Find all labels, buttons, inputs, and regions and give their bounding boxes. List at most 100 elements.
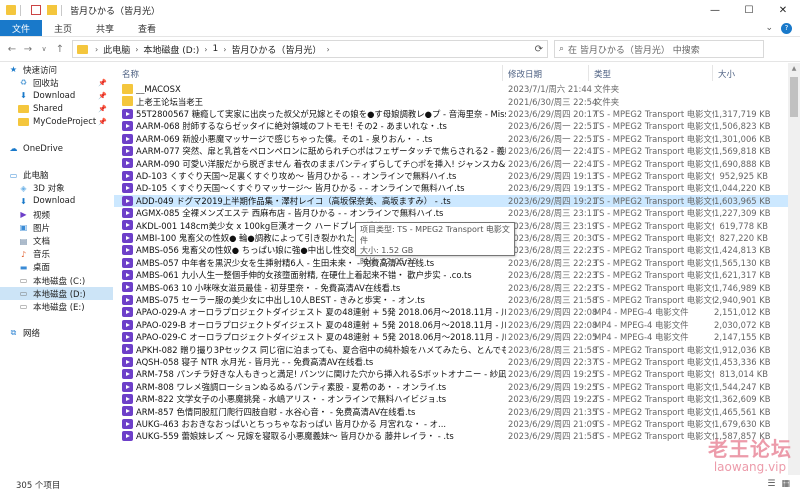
sidebar-item-11[interactable]: ▶ 视频: [0, 208, 113, 221]
table-row[interactable]: AUKG-559 蕾娘妹レズ ～ 兄嫁を寝取る小悪魔義妹～ 皆月ひかる 藤井レイ…: [114, 430, 800, 442]
sidebar-item-2[interactable]: ⬇ Download 📌: [0, 89, 113, 102]
sidebar-item-8[interactable]: ▭ 此电脑: [0, 169, 113, 182]
column-type[interactable]: 类型: [594, 68, 611, 80]
chevron-right-icon[interactable]: ›: [223, 45, 226, 54]
tab-home[interactable]: 主页: [42, 20, 84, 36]
sidebar-item-15[interactable]: ▬ 桌面: [0, 261, 113, 274]
table-row[interactable]: AARM-068 肘師するならゼッタイに絶対領域のフトモモ! その2 - あまい…: [114, 120, 800, 132]
sidebar-item-10[interactable]: ⬇ Download: [0, 195, 113, 208]
table-row[interactable]: AQSH-058 寝子 NTR 水月光 - 皆月光 - - 免費高清AV在线看.…: [114, 356, 800, 368]
table-row[interactable]: AGMX-085 全裸メンズエステ 西麻布店 - 皆月ひかる - - オンライン…: [114, 207, 800, 219]
table-row[interactable]: AMBS-063 10 小咪咪女滋员最佳 - 初芽里奈・ - 免費高清AV在线看…: [114, 281, 800, 293]
sidebar-item-3[interactable]: Shared 📌: [0, 103, 113, 116]
column-name[interactable]: 名称: [122, 68, 139, 80]
breadcrumb-folder-1[interactable]: 1: [212, 44, 218, 54]
table-row[interactable]: AMBS-061 九小人生一整個手伸的女孩墮面射精, 在硬仕上着起来不错・ 歡户…: [114, 269, 800, 281]
sidebar-item-4[interactable]: MyCodeProject 📌: [0, 116, 113, 129]
table-row[interactable]: 上老王论坛当老王 2021/6/30/周三 22:54 文件夹: [114, 95, 800, 107]
table-row[interactable]: AARM-077 突然、扉と乳首をペロンペロンに舐められチ○ポはフェザータッチで…: [114, 145, 800, 157]
file-size: 1,690,888 KB: [714, 158, 771, 169]
back-arrow-icon[interactable]: ←: [4, 44, 20, 55]
column-date[interactable]: 修改日期: [508, 68, 542, 80]
file-name: APAO-029-A オーロラプロジェクトダイジェスト 夏の48連射 + 5発 …: [136, 307, 506, 318]
chevron-right-icon[interactable]: ›: [95, 45, 98, 54]
file-date: 2023/6/29/周四 19:13: [508, 170, 598, 181]
sidebar-item-18[interactable]: ▭ 本地磁盘 (E:): [0, 300, 113, 313]
table-row[interactable]: APKH-082 贈り撮り3Pセックス 同じ宿に泊まっても、夏合宿中の純朴娘をハ…: [114, 343, 800, 355]
column-divider[interactable]: [712, 65, 713, 81]
help-icon[interactable]: ?: [781, 22, 792, 34]
table-row[interactable]: AARM-090 可愛い洋服だから脱ぎません 着衣のままパンティずらしてチ○ポを…: [114, 157, 800, 169]
tab-view[interactable]: 查看: [126, 20, 168, 36]
download-icon: ⬇: [20, 196, 27, 206]
cloud-icon: ☁: [9, 144, 18, 154]
search-box[interactable]: ⌕ 在 皆月ひかる（皆月光） 中搜索: [554, 40, 764, 58]
large-icons-view-icon[interactable]: ▦: [781, 479, 790, 489]
scroll-thumb[interactable]: [790, 77, 798, 117]
table-row[interactable]: __MACOSX 2023/7/1/周六 21:44 文件夹: [114, 83, 800, 95]
file-type: TS - MPEG2 Transport 电影文件: [594, 146, 714, 157]
file-type: TS - MPEG2 Transport 电影文件: [594, 344, 714, 355]
table-row[interactable]: ADD-049 ドグマ2019上半期作品集・澤村レイコ（高坂保奈美、高坂ますみ）…: [114, 194, 800, 207]
sidebar-item-1[interactable]: ♻ 回收站 📌: [0, 76, 113, 89]
table-row[interactable]: ARM-857 色情同股肛门爬行四肢自慰 - 水谷心音・ - 免费高清AV在线看…: [114, 405, 800, 417]
table-row[interactable]: APAO-029-B オーロラプロジェクトダイジェスト 夏の48連射 + 5発 …: [114, 319, 800, 331]
chevron-right-icon[interactable]: ›: [326, 45, 329, 54]
scroll-up-arrow-icon[interactable]: ▲: [788, 63, 800, 75]
sidebar-item-13[interactable]: ▤ 文档: [0, 234, 113, 248]
table-row[interactable]: AMBS-075 セーラー服の美少女に中出し10人BEST - きみと歩実・ -…: [114, 294, 800, 306]
sidebar-item-0[interactable]: ★ 快速访问: [0, 63, 113, 76]
file-name: 55T2800567 糖瘾して実家に出戻った叔父が兄嫁とその娘を●す母娘調教レ●…: [136, 108, 506, 119]
pin-icon: 📌: [98, 91, 107, 100]
breadcrumb-this-pc[interactable]: 此电脑: [103, 43, 130, 56]
sidebar-item-label: MyCodeProject: [33, 117, 97, 128]
new-folder-icon[interactable]: [47, 5, 57, 15]
sidebar-item-9[interactable]: ◈ 3D 对象: [0, 182, 113, 195]
file-size: 1,544,247 KB: [714, 381, 771, 392]
chevron-right-icon[interactable]: ›: [204, 45, 207, 54]
sidebar-item-14[interactable]: ♪ 音乐: [0, 248, 113, 261]
table-row[interactable]: ARM-808 ワレメ強調ローションぬるぬるパンティ素股 - 夏希のあ・ - オ…: [114, 381, 800, 393]
sidebar-item-16[interactable]: ▭ 本地磁盘 (C:): [0, 274, 113, 287]
chevron-down-icon[interactable]: ∨: [36, 45, 52, 53]
file-name: 上老王论坛当老王: [136, 96, 203, 107]
breadcrumb-drive-d[interactable]: 本地磁盘 (D:): [143, 43, 199, 56]
table-row[interactable]: APAO-029-C オーロラプロジェクトダイジェスト 夏の48連射 + 5発 …: [114, 331, 800, 343]
up-arrow-icon[interactable]: ↑: [52, 44, 68, 55]
close-button[interactable]: ✕: [766, 0, 800, 20]
minimize-button[interactable]: —: [698, 0, 732, 20]
refresh-icon[interactable]: ⟳: [535, 44, 543, 55]
chevron-down-icon[interactable]: ⌄: [765, 23, 773, 33]
tab-share[interactable]: 共享: [84, 20, 126, 36]
file-type: TS - MPEG2 Transport 电影文件: [594, 121, 714, 132]
video-icon: ▶: [20, 210, 27, 220]
table-row[interactable]: ARM-822 文学女子の小悪魔挑発 - 水嶋アリス・ - オンラインで無料ハイ…: [114, 393, 800, 405]
column-divider[interactable]: [588, 65, 589, 81]
chevron-right-icon[interactable]: ›: [135, 45, 138, 54]
table-row[interactable]: AARM-069 新設小悪魔マッサージで感じちゃった僕。その1 - 泉りおん・ …: [114, 133, 800, 145]
table-row[interactable]: APAO-029-A オーロラプロジェクトダイジェスト 夏の48連射 + 5発 …: [114, 306, 800, 318]
drive-icon: ▭: [19, 289, 28, 299]
sidebar-item-20[interactable]: ⧉ 网络: [0, 327, 113, 340]
vertical-scrollbar[interactable]: ▲: [788, 63, 800, 475]
sidebar-item-label: 快速访问: [23, 65, 58, 76]
column-size[interactable]: 大小: [718, 68, 735, 80]
sidebar-item-17[interactable]: ▭ 本地磁盘 (D:): [0, 287, 113, 301]
table-row[interactable]: 55T2800567 糖瘾して実家に出戻った叔父が兄嫁とその娘を●す母娘調教レ●…: [114, 108, 800, 120]
file-size: 1,317,719 KB: [714, 108, 771, 119]
table-row[interactable]: AD-105 くすぐり天国～くすぐりマッサージ～ 皆月ひかる - - オンライン…: [114, 182, 800, 194]
column-divider[interactable]: [502, 65, 503, 81]
maximize-button[interactable]: ☐: [732, 0, 766, 20]
table-row[interactable]: AUKG-463 おおきなおっぱいとちっちゃなおっぱい 皆月ひかる 月宮れな・ …: [114, 418, 800, 430]
address-bar[interactable]: › 此电脑 › 本地磁盘 (D:) › 1 › 皆月ひかる（皆月光） › ⟳: [72, 40, 548, 58]
properties-icon[interactable]: [31, 5, 41, 15]
table-row[interactable]: ARM-758 パンチラ好きな人もきっと満足! パンツに関けた穴から挿入れるSボ…: [114, 368, 800, 380]
table-row[interactable]: AD-103 くすぐり天国～足裏くすぐり攻め～ 皆月ひかる - - オンラインで…: [114, 170, 800, 182]
file-type: TS - MPEG2 Transport 电影文件: [594, 245, 714, 256]
forward-arrow-icon[interactable]: →: [20, 44, 36, 55]
tab-file[interactable]: 文件: [0, 20, 43, 36]
sidebar-item-12[interactable]: ▣ 图片: [0, 221, 113, 234]
sidebar-item-6[interactable]: ☁ OneDrive: [0, 142, 113, 155]
breadcrumb-current[interactable]: 皆月ひかる（皆月光）: [231, 43, 321, 56]
details-view-icon[interactable]: ☰: [767, 479, 775, 489]
